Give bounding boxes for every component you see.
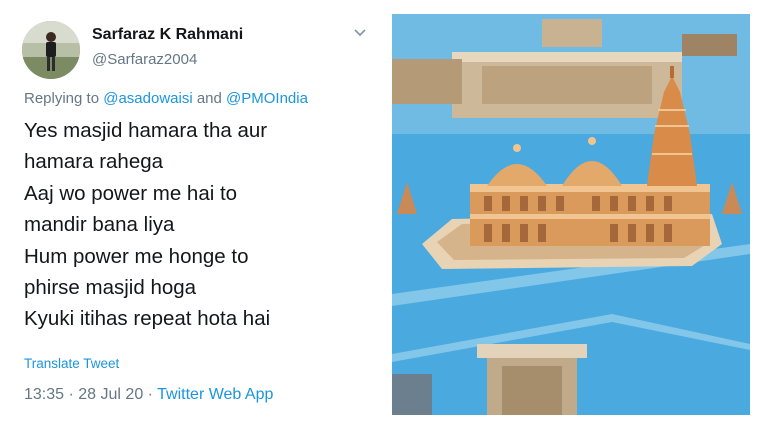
translate-tweet-link[interactable]: Translate Tweet xyxy=(24,356,119,371)
tweet-line: Kyuki itihas repeat hota hai xyxy=(24,307,271,331)
user-handle[interactable]: @Sarfaraz2004 xyxy=(92,51,197,68)
display-name[interactable]: Sarfaraz K Rahmani xyxy=(92,26,243,44)
reply-context: Replying to @asadowaisi and @PMOIndia xyxy=(24,90,308,107)
reply-prefix: Replying to xyxy=(24,90,100,107)
avatar-image xyxy=(22,21,80,79)
tweet-time[interactable]: 13:35 xyxy=(24,386,64,403)
tweet-line: phirse masjid hoga xyxy=(24,276,197,300)
tweet-date[interactable]: 28 Jul 20 xyxy=(78,386,143,403)
tweet-meta: 13:35 · 28 Jul 20 · Twitter Web App xyxy=(24,386,273,404)
mention-link-2[interactable]: @PMOIndia xyxy=(226,90,308,107)
meta-separator: · xyxy=(68,386,74,403)
chevron-down-icon[interactable] xyxy=(352,27,368,39)
tweet-line: hamara rahega xyxy=(24,150,164,174)
avatar[interactable] xyxy=(22,21,80,79)
tweet-source-link[interactable]: Twitter Web App xyxy=(157,386,273,403)
mention-link-1[interactable]: @asadowaisi xyxy=(103,90,192,107)
temple-model-image xyxy=(392,14,750,415)
tweet-line: mandir bana liya xyxy=(24,213,175,237)
tweet-line: Aaj wo power me hai to xyxy=(24,181,238,205)
tweet-line: Yes masjid hamara tha aur xyxy=(24,119,268,142)
tweet-text: Yes masjid hamara tha aur hamara rahega … xyxy=(24,115,374,335)
tweet-card: Sarfaraz K Rahmani @Sarfaraz2004 Replyin… xyxy=(0,0,380,432)
meta-separator: · xyxy=(147,386,153,403)
tweet-line: Hum power me honge to xyxy=(24,244,249,268)
reply-and: and xyxy=(196,90,222,107)
temple-model-photo xyxy=(392,14,750,415)
